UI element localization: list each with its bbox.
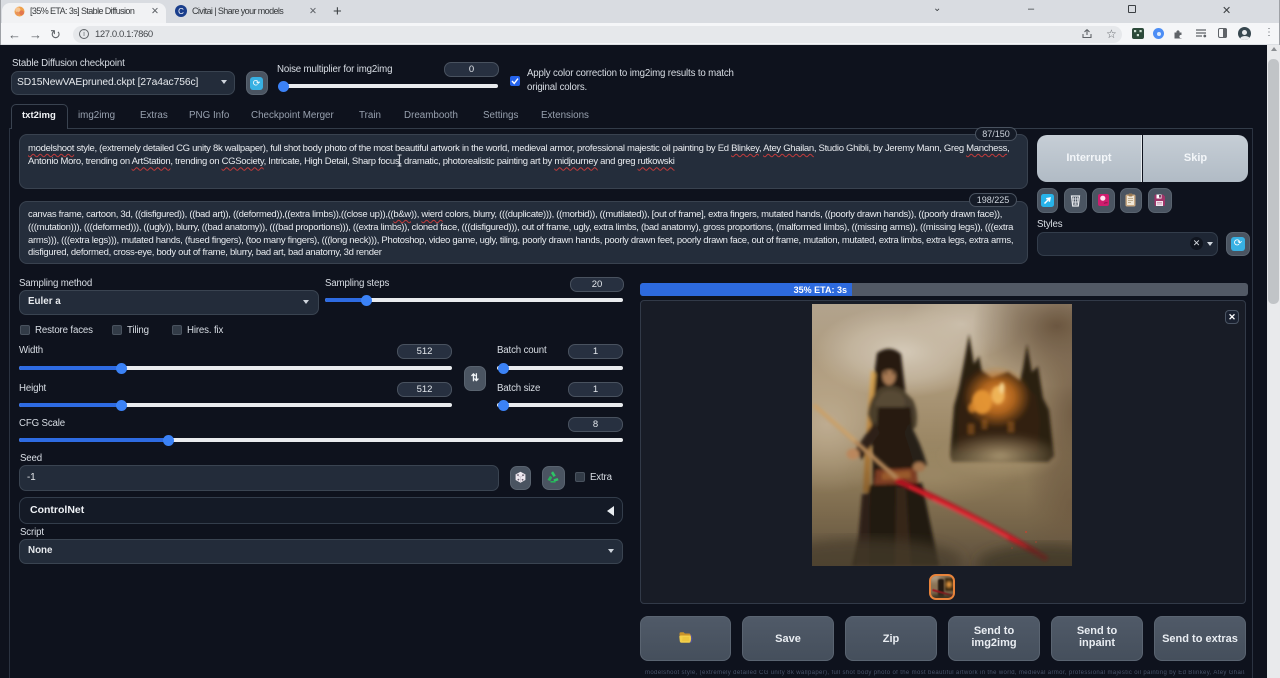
svg-text:C: C [178,7,184,16]
